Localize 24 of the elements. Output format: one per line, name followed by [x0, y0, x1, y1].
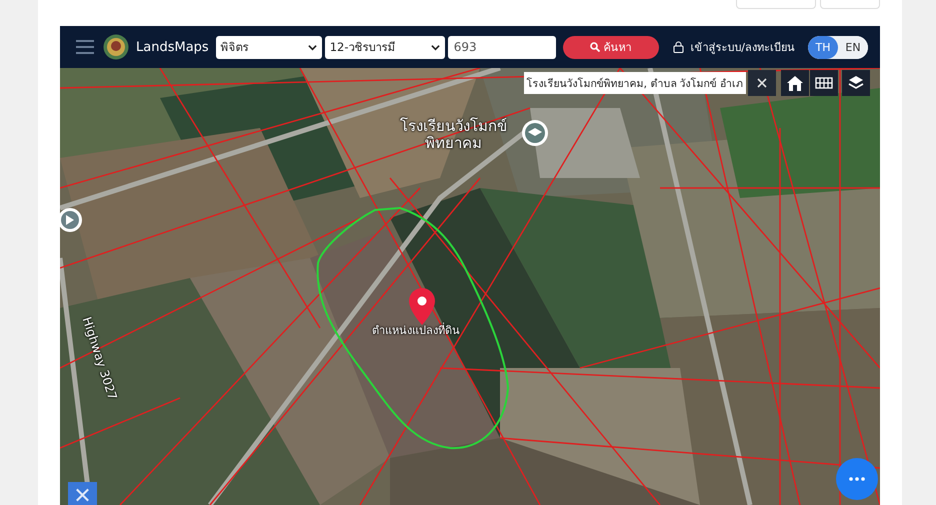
chevron-icon [308, 42, 317, 52]
language-toggle[interactable]: TH [808, 36, 838, 58]
tools-button[interactable] [68, 482, 97, 505]
parcel-number-field[interactable]: 693 [448, 36, 556, 58]
lock-icon [673, 41, 684, 53]
layers-icon [847, 74, 865, 92]
close-button[interactable] [748, 70, 776, 96]
tools-icon [74, 486, 91, 504]
grid-button[interactable] [810, 70, 838, 96]
login-link[interactable]: เข้าสู่ระบบ/ลงทะเบียน [690, 38, 795, 56]
search-result-text[interactable]: โรงเรียนวังโมกข์พิทยาคม, ตำบล วังโมกข์ อำเภ [524, 72, 746, 94]
district-select[interactable]: 12-วชิรบารมี [324, 36, 445, 58]
house-icon [786, 74, 804, 92]
more-icon [849, 477, 865, 481]
search-icon [590, 42, 600, 52]
search-button[interactable]: ค้นหา [562, 36, 659, 58]
emblem-logo-icon [103, 34, 129, 60]
home-button[interactable] [781, 70, 809, 96]
layers-button[interactable] [842, 70, 870, 96]
place-pin-icon [60, 208, 82, 232]
chevron-icon [430, 42, 440, 52]
brand-name: LandsMaps [136, 40, 209, 54]
province-select[interactable]: พิจิตร [216, 36, 322, 58]
menu-icon[interactable] [76, 40, 94, 54]
